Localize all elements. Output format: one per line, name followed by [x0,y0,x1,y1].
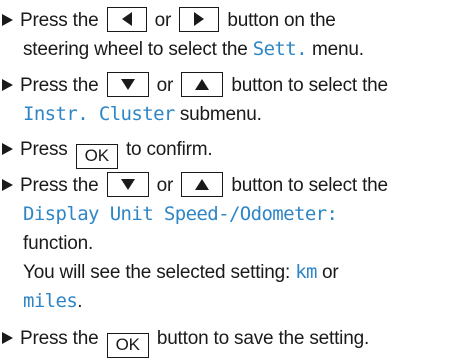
bullet-arrow-icon [2,143,13,155]
bullet-arrow-icon [2,79,13,91]
ok-button-icon: OK [106,333,149,358]
down-arrow-button-icon [106,72,149,97]
function-name: Display Unit Speed-/Odometer: [23,203,338,225]
step-text: Press the [20,75,99,96]
step-select-function: Press the or button to select the Displa… [2,171,468,316]
step-text: button to select the [231,75,388,96]
step-select-submenu: Press the or button to select the Instr.… [2,71,468,129]
step-text: function. [23,233,94,254]
step-save-setting: Press the OK button to save the setting. [2,324,468,358]
step-text: submenu. [179,104,262,125]
instruction-page: Press the or button on the steering whee… [0,0,471,361]
step-text: button to select the [231,175,388,196]
step-text: steering wheel to select the [23,39,248,60]
ok-button-icon: OK [75,144,118,169]
step-text: button to save the setting. [156,328,370,349]
step-text: or [156,175,174,196]
step-text: button on the [227,10,336,31]
setting-option-miles: miles [23,290,78,312]
bullet-arrow-icon [2,14,13,26]
step-text: You will see the selected setting: [23,262,291,283]
up-arrow-button-icon [181,72,224,97]
step-text: to confirm. [125,139,213,160]
step-text: Press the [20,328,99,349]
step-text: or [156,75,174,96]
menu-name: Sett. [252,38,308,60]
step-text: . [77,291,83,312]
up-arrow-button-icon [181,172,224,197]
step-text: Press the [20,175,99,196]
bullet-arrow-icon [2,179,13,191]
step-confirm: Press OK to confirm. [2,135,468,169]
step-text: menu. [312,39,364,60]
step-text: Press [20,139,68,160]
setting-option-km: km [295,261,317,283]
step-text: or [154,10,172,31]
step-text: or [322,262,339,283]
left-arrow-button-icon [106,7,147,32]
bullet-arrow-icon [2,332,13,344]
submenu-name: Instr. Cluster [23,103,175,125]
step-text: Press the [20,10,99,31]
step-select-settings-menu: Press the or button on the steering whee… [2,6,468,64]
right-arrow-button-icon [179,7,220,32]
down-arrow-button-icon [106,172,149,197]
